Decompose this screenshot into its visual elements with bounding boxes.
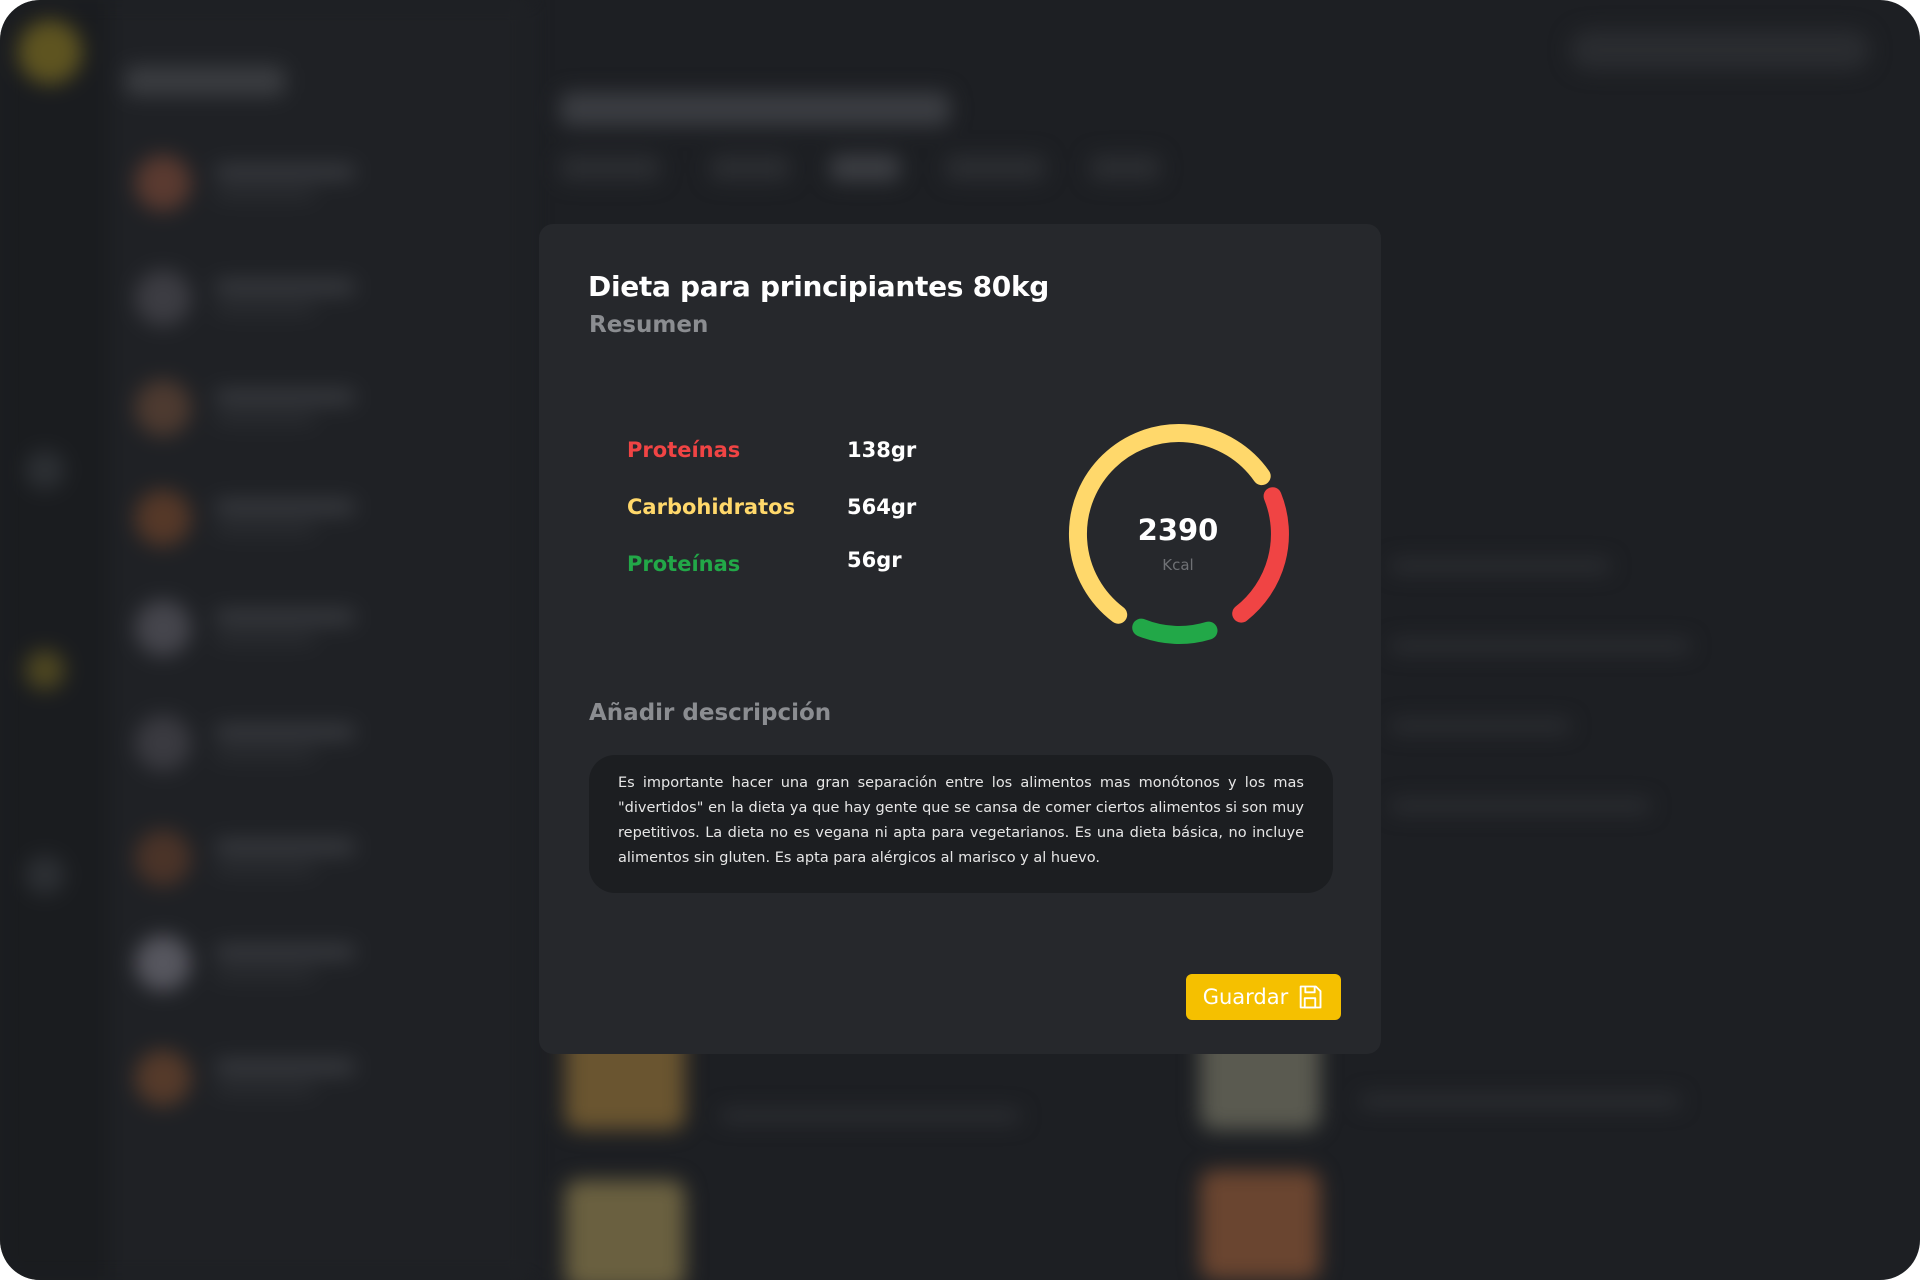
list-item xyxy=(135,935,435,995)
list-item xyxy=(135,715,435,775)
macro-label-fat: Proteínas xyxy=(627,552,741,576)
calorie-ring-chart: 2390 Kcal xyxy=(1068,424,1289,644)
list-item xyxy=(135,380,435,440)
macro-value-protein: 138gr xyxy=(847,438,917,462)
list-item xyxy=(135,270,435,330)
app-logo xyxy=(18,20,82,84)
list-item xyxy=(135,600,435,660)
list-item xyxy=(135,1050,435,1110)
nav-rail-icon xyxy=(25,450,65,490)
save-button[interactable]: Guardar xyxy=(1186,974,1341,1020)
macro-label-protein: Proteínas xyxy=(627,438,741,462)
ring-segment-fat xyxy=(1132,618,1218,644)
food-card-image xyxy=(1200,1170,1320,1280)
calorie-total: 2390 xyxy=(1138,513,1219,547)
food-card-image xyxy=(565,1180,685,1280)
tab xyxy=(945,155,1045,181)
nav-rail-icon xyxy=(25,855,65,895)
calorie-unit: Kcal xyxy=(1162,556,1193,574)
list-item xyxy=(135,490,435,550)
text-line xyxy=(1390,720,1570,732)
diet-summary-modal: Dieta para principiantes 80kg Resumen Pr… xyxy=(539,224,1381,1054)
list-item xyxy=(135,830,435,890)
tab xyxy=(560,155,660,181)
ring-segment-protein xyxy=(1232,487,1289,623)
macro-value-carbs: 564gr xyxy=(847,495,917,519)
main-title xyxy=(560,92,950,126)
nav-rail-icon xyxy=(25,650,65,690)
tab xyxy=(710,155,790,181)
app-window: Dieta para principiantes 80kg Resumen Pr… xyxy=(0,0,1920,1280)
floppy-disk-icon xyxy=(1296,983,1324,1011)
text-line xyxy=(1390,640,1690,652)
text-line xyxy=(1390,560,1610,572)
tab xyxy=(830,155,900,181)
user-menu xyxy=(1570,30,1870,70)
list-item xyxy=(135,155,435,215)
tab xyxy=(1090,155,1160,181)
text-line xyxy=(1390,800,1650,812)
macro-value-fat: 56gr xyxy=(847,548,902,572)
save-button-label: Guardar xyxy=(1202,985,1289,1009)
description-textarea[interactable]: Es importante hacer una gran separación … xyxy=(589,755,1333,893)
nav-rail xyxy=(0,0,110,1280)
text-line xyxy=(720,1110,1020,1122)
summary-heading: Resumen xyxy=(589,312,709,338)
sidebar-title xyxy=(125,66,285,96)
text-line xyxy=(1360,1095,1680,1107)
description-heading: Añadir descripción xyxy=(589,700,832,726)
modal-title: Dieta para principiantes 80kg xyxy=(588,270,1050,303)
macro-label-carbs: Carbohidratos xyxy=(627,495,796,519)
